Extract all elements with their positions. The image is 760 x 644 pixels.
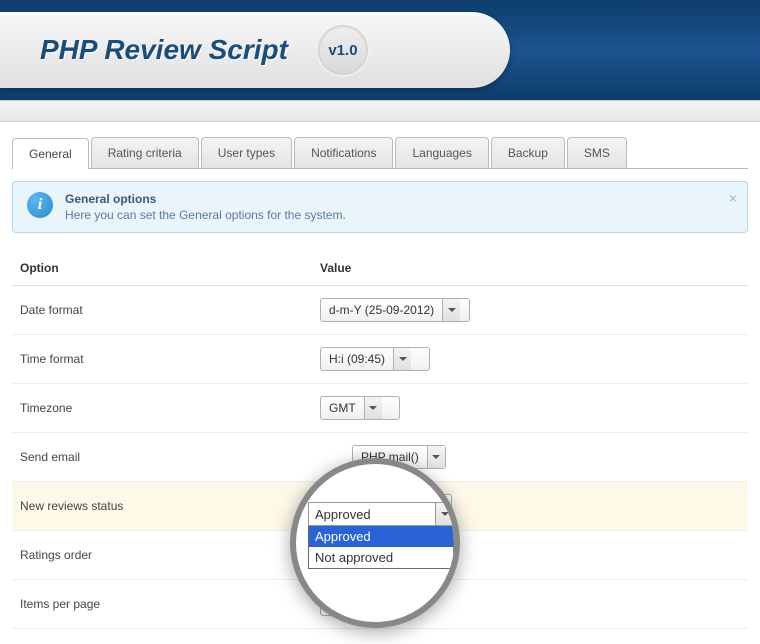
chevron-down-icon[interactable] (427, 446, 445, 468)
option-value-cell: d-m-Y (25-09-2012) (312, 286, 748, 335)
sub-bar (0, 100, 760, 122)
version-badge: v1.0 (318, 25, 368, 75)
option-label: Date format (12, 286, 312, 335)
col-value: Value (312, 251, 748, 286)
app-title: PHP Review Script (40, 34, 288, 66)
tab-languages[interactable]: Languages (395, 137, 488, 168)
info-icon: i (27, 192, 53, 218)
tab-general[interactable]: General (12, 138, 89, 169)
option-label: Items per page (12, 580, 312, 629)
tab-backup[interactable]: Backup (491, 137, 565, 168)
tab-user-types[interactable]: User types (201, 137, 292, 168)
tab-rating-criteria[interactable]: Rating criteria (91, 137, 199, 168)
info-desc: Here you can set the General options for… (65, 208, 346, 222)
dropdown-option-not-approved[interactable]: Not approved (309, 547, 453, 568)
tabs: General Rating criteria User types Notif… (12, 137, 748, 169)
option-label: Time format (12, 335, 312, 384)
tab-sms[interactable]: SMS (567, 137, 627, 168)
option-label: New reviews status (12, 482, 312, 531)
chevron-down-icon[interactable] (435, 503, 453, 525)
tab-notifications[interactable]: Notifications (294, 137, 393, 168)
option-value-cell: GMT (312, 384, 748, 433)
table-row: Timezone GMT (12, 384, 748, 433)
option-label: Timezone (12, 384, 312, 433)
dropdown-option-approved[interactable]: Approved (309, 526, 453, 547)
dropdown-list: Approved Not approved (308, 526, 454, 569)
select-date-format[interactable]: d-m-Y (25-09-2012) (320, 298, 470, 322)
select-timezone[interactable]: GMT (320, 396, 400, 420)
select-value: d-m-Y (25-09-2012) (321, 303, 442, 317)
info-title: General options (65, 192, 346, 206)
info-box: i General options Here you can set the G… (12, 181, 748, 233)
option-label: Send email (12, 433, 312, 482)
select-value: GMT (321, 401, 364, 415)
magnifier-overlay: Approved Approved Not approved (290, 458, 460, 628)
header-pill: PHP Review Script v1.0 (0, 12, 510, 88)
select-time-format[interactable]: H:i (09:45) (320, 347, 430, 371)
header: PHP Review Script v1.0 (0, 0, 760, 100)
option-value-cell: H:i (09:45) (312, 335, 748, 384)
info-text: General options Here you can set the Gen… (65, 192, 346, 222)
col-option: Option (12, 251, 312, 286)
close-icon[interactable]: × (729, 190, 737, 206)
table-row: Date format d-m-Y (25-09-2012) (12, 286, 748, 335)
table-row: Time format H:i (09:45) (12, 335, 748, 384)
option-label: Ratings order (12, 531, 312, 580)
select-value: H:i (09:45) (321, 352, 393, 366)
chevron-down-icon[interactable] (393, 348, 411, 370)
new-reviews-status-select-zoom[interactable]: Approved (308, 502, 454, 526)
chevron-down-icon[interactable] (442, 299, 460, 321)
chevron-down-icon[interactable] (364, 397, 382, 419)
select-value: Approved (309, 507, 435, 522)
